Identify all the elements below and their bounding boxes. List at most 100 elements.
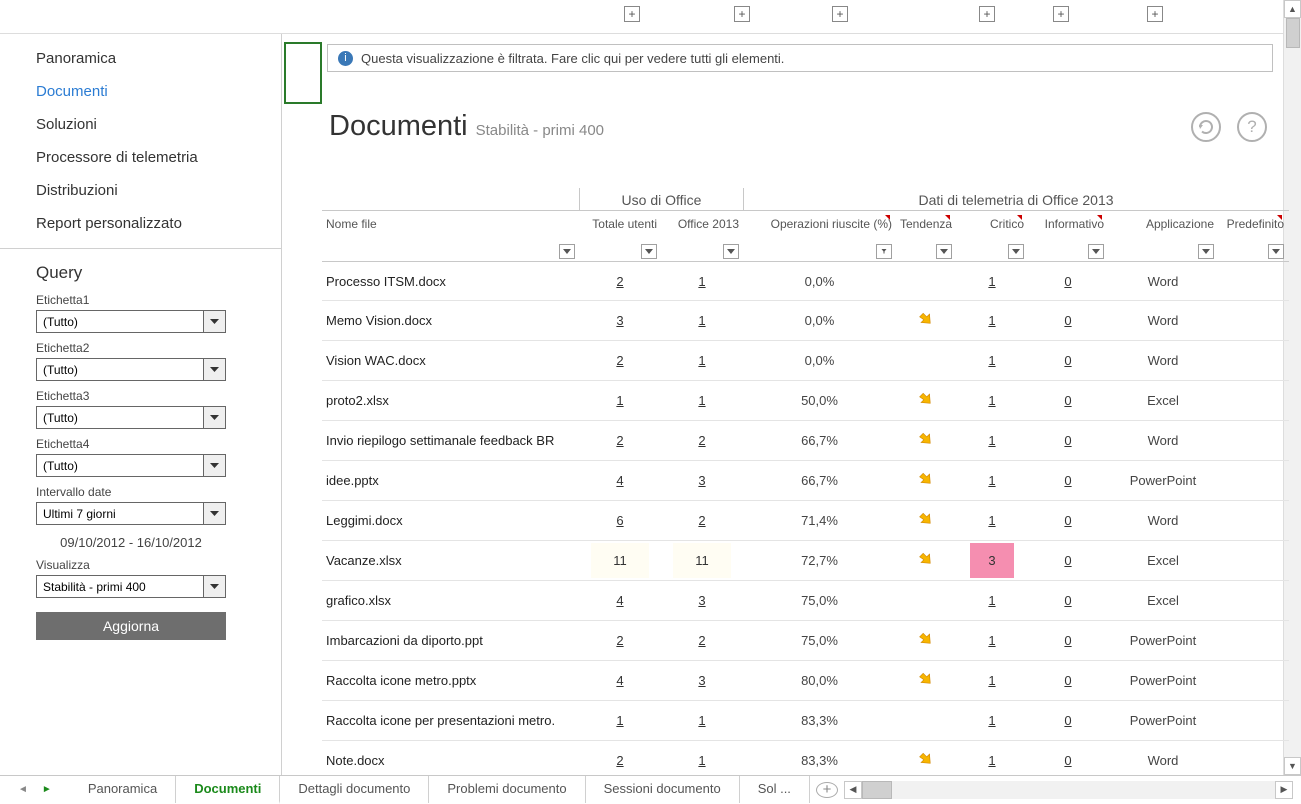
update-button[interactable]: Aggiorna xyxy=(36,612,226,640)
nav-item-soluzioni[interactable]: Soluzioni xyxy=(0,108,281,141)
cell-office2013[interactable]: 1 xyxy=(661,713,743,728)
hscroll-thumb[interactable] xyxy=(862,781,892,799)
cell-office2013[interactable]: 3 xyxy=(661,593,743,608)
cell-informative[interactable]: 0 xyxy=(1028,393,1108,408)
table-row[interactable]: Raccolta icone metro.pptx4380,0%10PowerP… xyxy=(322,661,1289,701)
cell-informative[interactable]: 0 xyxy=(1028,433,1108,448)
cell-total[interactable]: 3 xyxy=(579,313,661,328)
table-row[interactable]: proto2.xlsx1150,0%10Excel xyxy=(322,381,1289,421)
filter-icon[interactable] xyxy=(559,244,575,259)
cell-office2013[interactable]: 3 xyxy=(661,473,743,488)
filter-applied-icon[interactable] xyxy=(876,244,892,259)
tab-nav-arrows[interactable]: ◄ ► xyxy=(0,782,70,797)
filter-icon[interactable] xyxy=(723,244,739,259)
filter-icon[interactable] xyxy=(1008,244,1024,259)
table-row[interactable]: grafico.xlsx4375,0%10Excel xyxy=(322,581,1289,621)
cell-informative[interactable]: 0 xyxy=(1028,673,1108,688)
cell-office2013[interactable]: 3 xyxy=(661,673,743,688)
cell-total[interactable]: 4 xyxy=(579,593,661,608)
cell-total[interactable]: 2 xyxy=(579,353,661,368)
sheet-tab-panoramica[interactable]: Panoramica xyxy=(70,776,176,803)
cell-informative[interactable]: 0 xyxy=(1028,473,1108,488)
cell-office2013[interactable]: 11 xyxy=(661,543,743,578)
hscroll-right[interactable]: ▶ xyxy=(1275,781,1293,799)
filter-icon[interactable] xyxy=(1268,244,1284,259)
nav-item-report-personalizzato[interactable]: Report personalizzato xyxy=(0,207,281,240)
outline-expand-button[interactable]: + xyxy=(734,6,750,22)
filter-info-bar[interactable]: i Questa visualizzazione è filtrata. Far… xyxy=(327,44,1273,72)
cell-critical[interactable]: 1 xyxy=(956,473,1028,488)
sheet-tab-documenti[interactable]: Documenti xyxy=(176,776,280,804)
table-row[interactable]: Processo ITSM.docx210,0%10Word xyxy=(322,261,1289,301)
add-sheet-button[interactable]: + xyxy=(816,782,838,798)
cell-informative[interactable]: 0 xyxy=(1028,274,1108,289)
nav-item-documenti[interactable]: Documenti xyxy=(0,75,281,108)
table-row[interactable]: Vision WAC.docx210,0%10Word xyxy=(322,341,1289,381)
cell-informative[interactable]: 0 xyxy=(1028,633,1108,648)
nav-item-panoramica[interactable]: Panoramica xyxy=(0,42,281,75)
cell-critical[interactable]: 1 xyxy=(956,393,1028,408)
cell-office2013[interactable]: 1 xyxy=(661,393,743,408)
filter-icon[interactable] xyxy=(1088,244,1104,259)
query-select-1[interactable]: (Tutto) xyxy=(36,310,226,333)
table-row[interactable]: Raccolta icone per presentazioni metro.1… xyxy=(322,701,1289,741)
cell-total[interactable]: 2 xyxy=(579,433,661,448)
sheet-tab-dettagli-documento[interactable]: Dettagli documento xyxy=(280,776,429,803)
cell-total[interactable]: 4 xyxy=(579,673,661,688)
cell-informative[interactable]: 0 xyxy=(1028,553,1108,568)
query-select-4[interactable]: (Tutto) xyxy=(36,454,226,477)
cell-total[interactable]: 2 xyxy=(579,274,661,289)
cell-informative[interactable]: 0 xyxy=(1028,713,1108,728)
sheet-tab-sessioni-documento[interactable]: Sessioni documento xyxy=(586,776,740,803)
cell-critical[interactable]: 1 xyxy=(956,593,1028,608)
filter-icon[interactable] xyxy=(641,244,657,259)
cell-office2013[interactable]: 1 xyxy=(661,274,743,289)
filter-icon[interactable] xyxy=(1198,244,1214,259)
cell-total[interactable]: 11 xyxy=(579,543,661,578)
outline-expand-button[interactable]: + xyxy=(1053,6,1069,22)
cell-critical[interactable]: 1 xyxy=(956,274,1028,289)
cell-office2013[interactable]: 1 xyxy=(661,353,743,368)
cell-critical[interactable]: 1 xyxy=(956,673,1028,688)
horizontal-scrollbar[interactable]: ◀ ▶ xyxy=(844,781,1293,799)
view-select[interactable]: Stabilità - primi 400 xyxy=(36,575,226,598)
tab-nav-first[interactable]: ◄ xyxy=(14,782,32,797)
sheet-tab-sol-[interactable]: Sol ... xyxy=(740,776,810,803)
help-button[interactable]: ? xyxy=(1237,112,1267,142)
cell-critical[interactable]: 1 xyxy=(956,433,1028,448)
outline-expand-button[interactable]: + xyxy=(1147,6,1163,22)
outline-expand-button[interactable]: + xyxy=(624,6,640,22)
cell-informative[interactable]: 0 xyxy=(1028,753,1108,768)
cell-total[interactable]: 4 xyxy=(579,473,661,488)
sheet-tab-problemi-documento[interactable]: Problemi documento xyxy=(429,776,585,803)
outline-expand-button[interactable]: + xyxy=(832,6,848,22)
nav-item-processore-di-telemetria[interactable]: Processore di telemetria xyxy=(0,141,281,174)
cell-informative[interactable]: 0 xyxy=(1028,513,1108,528)
table-row[interactable]: Invio riepilogo settimanale feedback BR2… xyxy=(322,421,1289,461)
tab-nav-next[interactable]: ► xyxy=(38,782,56,797)
scroll-up-arrow[interactable]: ▲ xyxy=(1284,0,1301,18)
cell-total[interactable]: 1 xyxy=(579,713,661,728)
cell-critical[interactable]: 3 xyxy=(956,543,1028,578)
cell-critical[interactable]: 1 xyxy=(956,313,1028,328)
cell-critical[interactable]: 1 xyxy=(956,713,1028,728)
table-row[interactable]: Leggimi.docx6271,4%10Word xyxy=(322,501,1289,541)
nav-item-distribuzioni[interactable]: Distribuzioni xyxy=(0,174,281,207)
outline-expand-button[interactable]: + xyxy=(979,6,995,22)
cell-critical[interactable]: 1 xyxy=(956,753,1028,768)
table-row[interactable]: idee.pptx4366,7%10PowerPoint xyxy=(322,461,1289,501)
cell-critical[interactable]: 1 xyxy=(956,353,1028,368)
query-select-3[interactable]: (Tutto) xyxy=(36,406,226,429)
cell-office2013[interactable]: 2 xyxy=(661,633,743,648)
table-row[interactable]: Vacanze.xlsx111172,7%30Excel xyxy=(322,541,1289,581)
table-row[interactable]: Imbarcazioni da diporto.ppt2275,0%10Powe… xyxy=(322,621,1289,661)
table-row[interactable]: Memo Vision.docx310,0%10Word xyxy=(322,301,1289,341)
cell-total[interactable]: 1 xyxy=(579,393,661,408)
query-select-2[interactable]: (Tutto) xyxy=(36,358,226,381)
cell-informative[interactable]: 0 xyxy=(1028,313,1108,328)
hscroll-left[interactable]: ◀ xyxy=(844,781,862,799)
cell-total[interactable]: 2 xyxy=(579,633,661,648)
refresh-button[interactable] xyxy=(1191,112,1221,142)
filter-icon[interactable] xyxy=(936,244,952,259)
date-interval-select[interactable]: Ultimi 7 giorni xyxy=(36,502,226,525)
